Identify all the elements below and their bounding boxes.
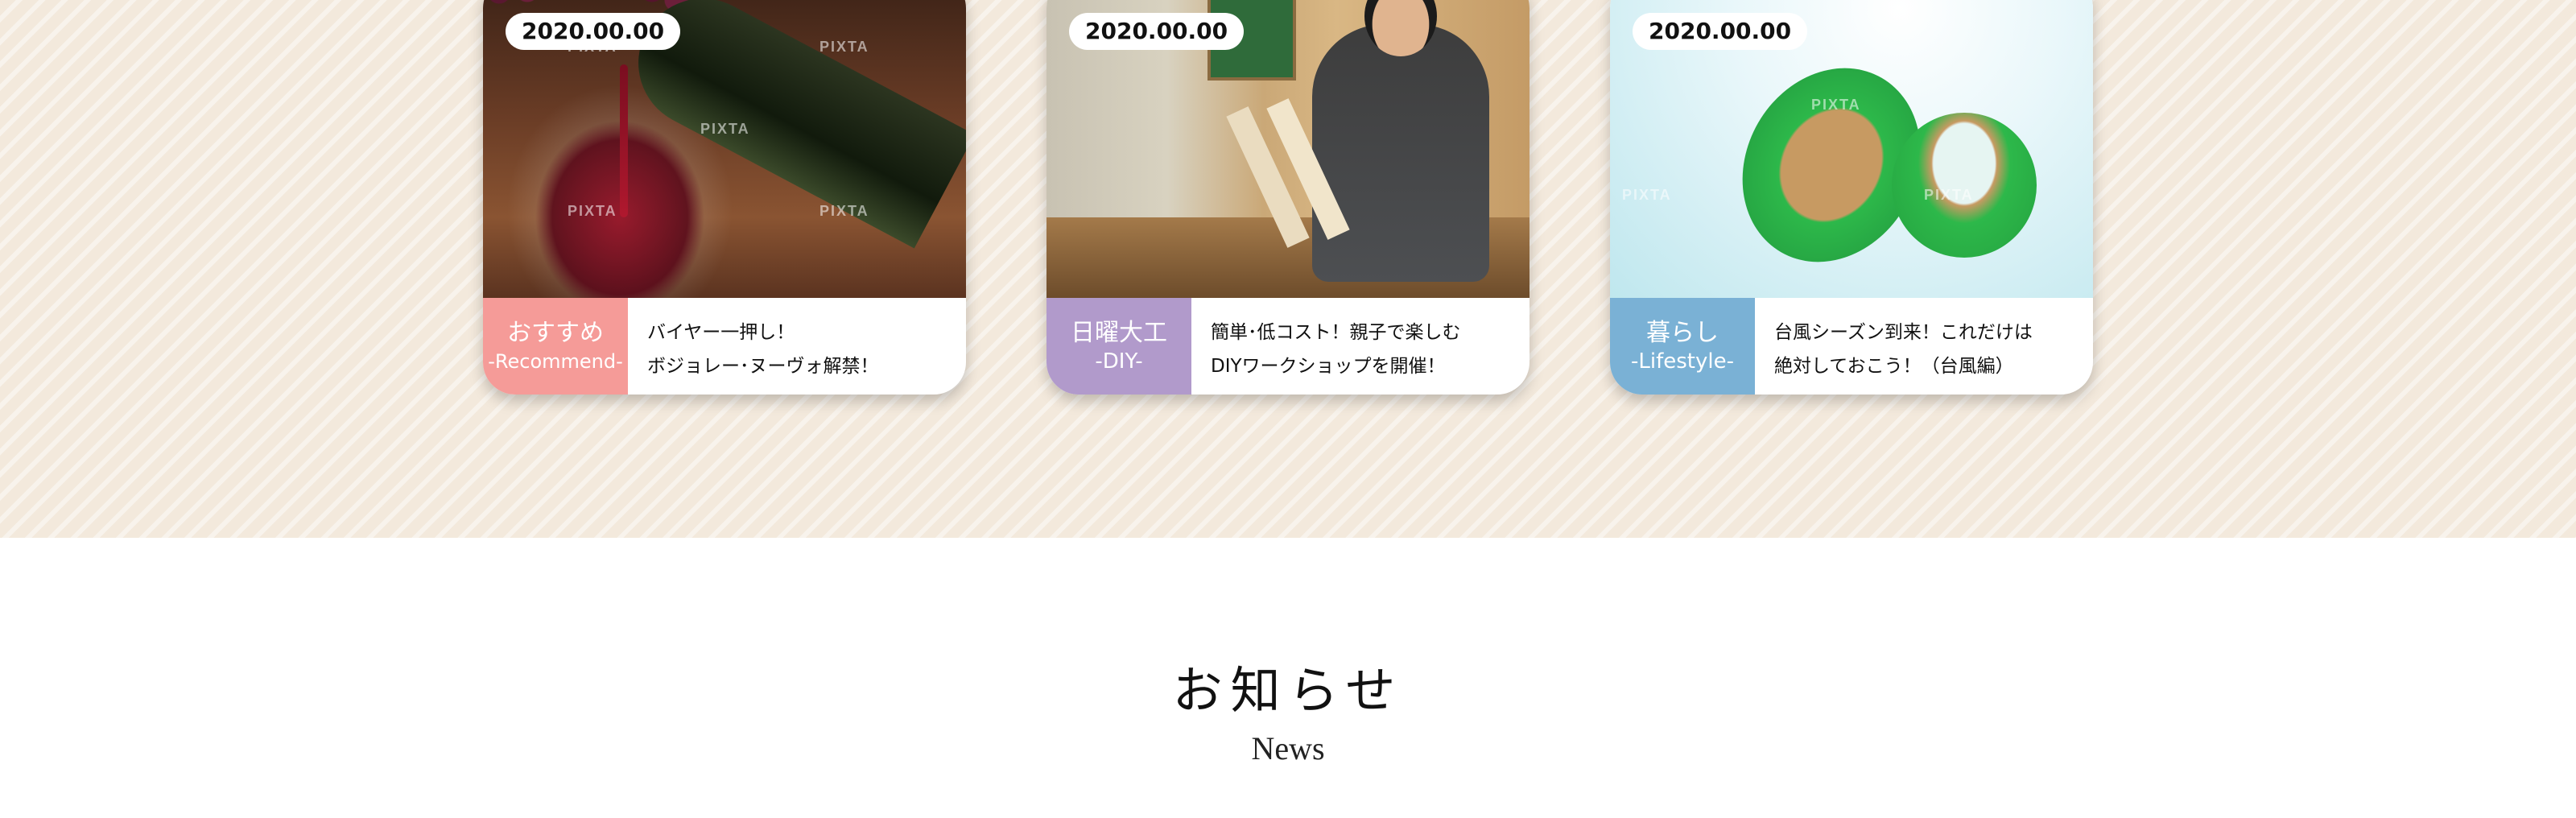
- watermark: PIXTA: [1811, 97, 1861, 113]
- watermark: PIXTA: [1622, 187, 1672, 203]
- watermark: PIXTA: [1924, 187, 1974, 203]
- article-card-recommend[interactable]: PIXTA PIXTA PIXTA PIXTA PIXTA 2020.00.00…: [483, 0, 966, 395]
- article-card-diy[interactable]: 2020.00.00 日曜大工 -DIY- 簡単･低コスト！親子で楽しむ DIY…: [1046, 0, 1530, 395]
- article-title-line: バイヤー一押し！: [647, 322, 795, 343]
- category-label-diy: 日曜大工 -DIY-: [1046, 298, 1191, 395]
- article-title-line: 台風シーズン到来！これだけは: [1774, 322, 2033, 343]
- watermark: PIXTA: [819, 203, 869, 219]
- article-card-lifestyle[interactable]: PIXTA PIXTA PIXTA 2020.00.00 暮らし -Lifest…: [1610, 0, 2093, 395]
- date-badge: 2020.00.00: [506, 13, 681, 50]
- card-footer: 暮らし -Lifestyle- 台風シーズン到来！これだけは 絶対しておこう！（…: [1610, 298, 2093, 395]
- article-title[interactable]: 台風シーズン到来！これだけは 絶対しておこう！（台風編）: [1755, 298, 2093, 395]
- news-title-en: News: [1251, 730, 1325, 766]
- article-title-line: 簡単･低コスト！親子で楽しむ: [1211, 322, 1461, 343]
- watermark: PIXTA: [819, 39, 869, 55]
- category-label-lifestyle: 暮らし -Lifestyle-: [1610, 298, 1755, 395]
- category-name-jp: 日曜大工: [1071, 319, 1167, 347]
- article-title[interactable]: バイヤー一押し！ ボジョレー･ヌーヴォ解禁！: [628, 298, 966, 395]
- watermark: PIXTA: [568, 203, 617, 219]
- category-label-recommend: おすすめ -Recommend-: [483, 298, 628, 395]
- category-name-jp: おすすめ: [507, 319, 604, 347]
- category-name-en: -Lifestyle-: [1631, 349, 1734, 374]
- news-title-jp: お知らせ: [1172, 661, 1404, 720]
- article-title-line: ボジョレー･ヌーヴォ解禁！: [647, 356, 879, 377]
- date-badge: 2020.00.00: [1069, 13, 1245, 50]
- person-shape: [1312, 24, 1489, 282]
- watermark: PIXTA: [700, 121, 750, 137]
- category-name-en: -Recommend-: [488, 350, 623, 373]
- date-badge: 2020.00.00: [1633, 13, 1808, 50]
- card-footer: おすすめ -Recommend- バイヤー一押し！ ボジョレー･ヌーヴォ解禁！: [483, 298, 966, 395]
- article-title-line: DIYワークショップを開催！: [1211, 356, 1446, 377]
- tape-roll-shape: [1892, 113, 2037, 258]
- article-title-line: 絶対しておこう！（台風編）: [1774, 356, 2014, 377]
- category-name-jp: 暮らし: [1646, 319, 1719, 347]
- card-footer: 日曜大工 -DIY- 簡単･低コスト！親子で楽しむ DIYワークショップを開催！: [1046, 298, 1530, 395]
- featured-articles-section: PIXTA PIXTA PIXTA PIXTA PIXTA 2020.00.00…: [0, 0, 2576, 538]
- article-title[interactable]: 簡単･低コスト！親子で楽しむ DIYワークショップを開催！: [1191, 298, 1530, 395]
- category-name-en: -DIY-: [1095, 349, 1143, 374]
- wine-pour-shape: [620, 64, 628, 217]
- news-section-heading: お知らせ News: [0, 660, 2576, 770]
